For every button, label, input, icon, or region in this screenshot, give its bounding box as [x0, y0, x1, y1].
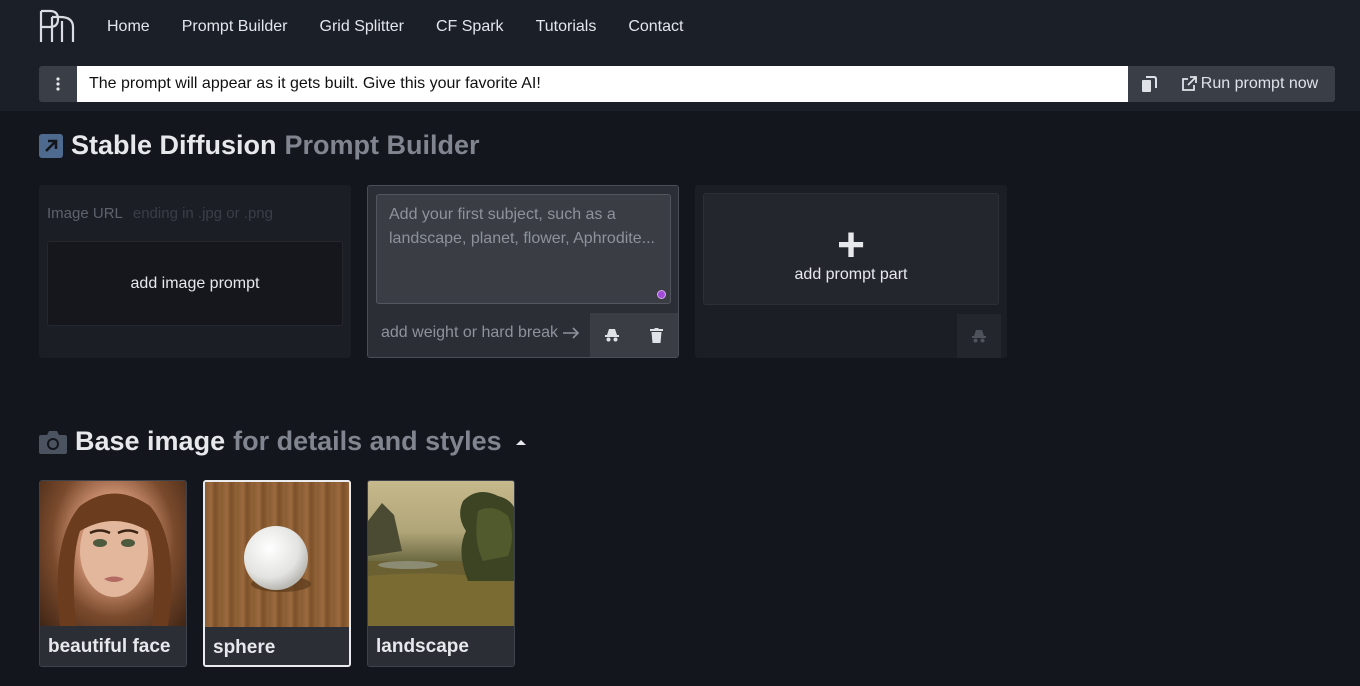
landscape-thumbnail: [368, 481, 514, 626]
caret-up-icon: [515, 439, 526, 445]
image-url-input[interactable]: ending in .jpg or .png: [133, 205, 273, 222]
add-part-label: add prompt part: [794, 266, 908, 283]
sphere-thumbnail: [205, 482, 349, 627]
subject-card: Add your first subject, such as a landsc…: [367, 185, 679, 358]
base-image-title-strong: Base image: [75, 426, 226, 456]
subject-input[interactable]: Add your first subject, such as a landsc…: [376, 194, 671, 304]
camera-icon: [39, 430, 67, 454]
base-image-option-selected[interactable]: sphere: [203, 480, 351, 667]
external-link-icon: [1181, 76, 1197, 91]
subject-placeholder: Add your first subject, such as a landsc…: [389, 206, 655, 247]
image-url-label: Image URL: [47, 205, 123, 222]
prompt-bar: The prompt will appear as it gets built.…: [39, 66, 1335, 102]
image-prompt-card: Image URL ending in .jpg or .png add ima…: [39, 185, 351, 358]
add-weight-button[interactable]: add weight or hard break: [381, 324, 580, 342]
nav-tutorials[interactable]: Tutorials: [536, 17, 597, 37]
add-part-card: + add prompt part: [695, 185, 1007, 358]
prompt-menu-button[interactable]: [39, 66, 77, 102]
base-image-heading[interactable]: Base image for details and styles: [39, 426, 528, 457]
resize-handle-icon[interactable]: [657, 290, 666, 299]
nav-prompt-builder[interactable]: Prompt Builder: [182, 17, 288, 37]
plus-icon: +: [836, 219, 866, 272]
run-prompt-button[interactable]: Run prompt now: [1170, 66, 1335, 102]
delete-part-button[interactable]: [634, 313, 678, 357]
incognito-icon: [972, 330, 986, 343]
thumbnail-caption: sphere: [205, 627, 349, 665]
run-prompt-label: Run prompt now: [1200, 75, 1319, 92]
arrow-up-right-square-icon: [39, 133, 63, 158]
trash-icon: [649, 327, 663, 343]
copy-prompt-button[interactable]: [1128, 66, 1170, 102]
nav-contact[interactable]: Contact: [628, 17, 683, 37]
vertical-dots-icon: [56, 77, 60, 91]
weight-label: add weight or hard break: [381, 324, 558, 341]
add-prompt-part-button[interactable]: + add prompt part: [703, 193, 999, 305]
anonymize-disabled-button: [957, 314, 1001, 358]
base-image-option[interactable]: beautiful face: [39, 480, 187, 667]
prompt-output-field[interactable]: The prompt will appear as it gets built.…: [77, 66, 1128, 102]
base-image-option[interactable]: landscape: [367, 480, 515, 667]
base-image-title-muted: for details and styles: [233, 426, 502, 456]
top-bar: Home Prompt Builder Grid Splitter CF Spa…: [0, 0, 1360, 111]
builder-title-muted: Prompt Builder: [284, 130, 480, 160]
incognito-icon: [605, 329, 619, 342]
site-logo-icon[interactable]: [38, 7, 76, 45]
nav-home[interactable]: Home: [107, 17, 150, 37]
image-url-row[interactable]: Image URL ending in .jpg or .png: [47, 205, 273, 222]
nav-grid-splitter[interactable]: Grid Splitter: [320, 17, 404, 37]
main-nav: Home Prompt Builder Grid Splitter CF Spa…: [107, 17, 715, 37]
builder-heading: Stable Diffusion Prompt Builder: [39, 130, 480, 161]
thumbnail-caption: landscape: [368, 626, 514, 666]
add-image-prompt-button[interactable]: add image prompt: [47, 241, 343, 326]
nav-cf-spark[interactable]: CF Spark: [436, 17, 504, 37]
face-thumbnail: [40, 481, 186, 626]
builder-title-strong: Stable Diffusion: [71, 130, 277, 160]
thumbnail-caption: beautiful face: [40, 626, 186, 666]
arrow-right-icon: [563, 327, 580, 339]
anonymize-button[interactable]: [590, 313, 634, 357]
copy-icon: [1142, 75, 1157, 92]
